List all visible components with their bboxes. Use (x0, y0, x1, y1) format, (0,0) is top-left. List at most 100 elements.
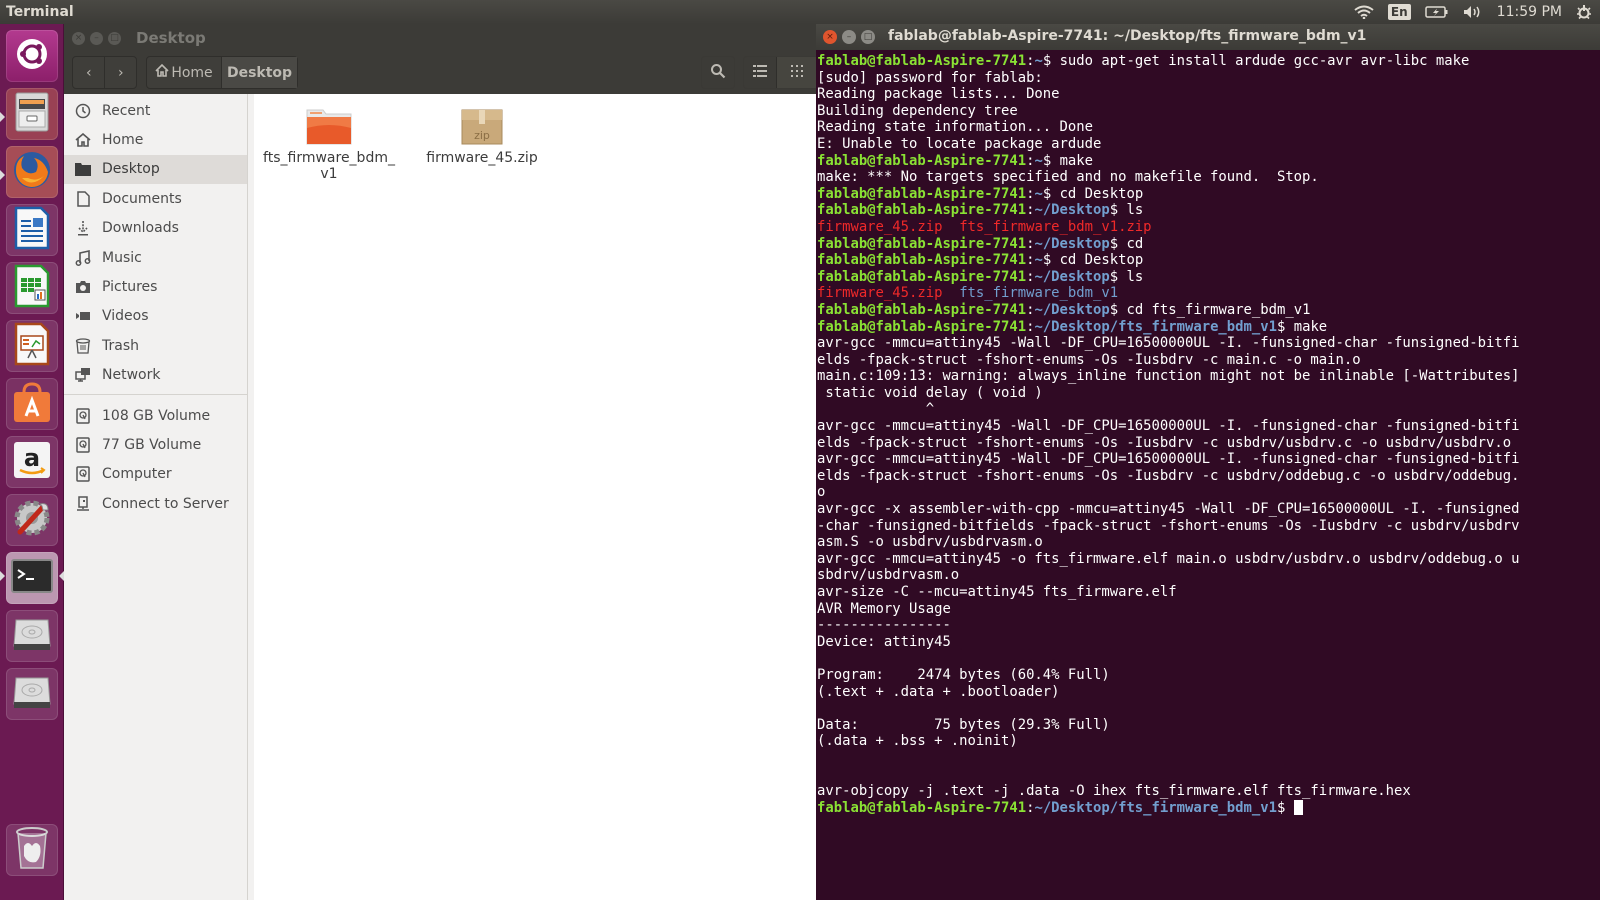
terminal-titlebar: × – □ fablab@fablab-Aspire-7741: ~/Deskt… (816, 24, 1600, 50)
close-button[interactable]: × (72, 32, 85, 45)
forward-button[interactable]: › (104, 57, 136, 88)
sidebar-item-label: Home (102, 132, 144, 149)
terminal-output-line: avr-size -C --mcu=attiny45 fts_firmware.… (817, 584, 1177, 600)
clock[interactable]: 11:59 PM (1497, 4, 1562, 20)
sidebar-item-108gb-volume[interactable]: 108 GB Volume (64, 401, 247, 430)
terminal-window-title: fablab@fablab-Aspire-7741: ~/Desktop/fts… (888, 28, 1367, 44)
sidebar-item-computer[interactable]: Computer (64, 460, 247, 489)
breadcrumb-home-label: Home (171, 64, 213, 81)
grid-view-button[interactable] (775, 57, 817, 88)
close-button[interactable]: × (823, 30, 837, 44)
battery-icon[interactable] (1424, 5, 1449, 19)
launcher-libreoffice-impress[interactable] (6, 320, 58, 372)
prompt-user: fablab@fablab-Aspire-7741 (817, 152, 1027, 169)
writer-icon (13, 206, 51, 254)
prompt-dollar: $ (1109, 235, 1119, 252)
power-gear-icon[interactable] (1576, 4, 1592, 20)
sidebar-item-home[interactable]: Home (64, 125, 247, 154)
sidebar-item-music[interactable]: Music (64, 243, 247, 272)
sidebar-item-label: Computer (102, 466, 172, 483)
launcher-firefox[interactable] (6, 146, 58, 198)
launcher-trash[interactable] (6, 824, 58, 876)
command-text: sudo apt-get install ardude gcc-avr avr-… (1051, 53, 1470, 69)
maximize-button[interactable]: □ (108, 32, 121, 45)
terminal-output-line: Reading package lists... Done (817, 86, 1060, 103)
list-view-button[interactable] (744, 57, 776, 88)
terminal-prompt-line: fablab@fablab-Aspire-7741:~$ sudo apt-ge… (817, 53, 1600, 70)
running-indicator (0, 112, 5, 122)
prompt-dollar: $ (1109, 301, 1119, 318)
terminal-output-line: make: *** No targets specified and no ma… (817, 169, 1319, 186)
prompt-path: ~/Desktop (1034, 301, 1110, 318)
terminal-prompt-line: fablab@fablab-Aspire-7741:~/Desktop$ cd … (817, 302, 1600, 319)
launcher-libreoffice-calc[interactable] (6, 262, 58, 314)
prompt-path: ~/Desktop (1034, 235, 1110, 252)
minimize-button[interactable]: – (842, 30, 856, 44)
sidebar-item-connect-to-server[interactable]: Connect to Server (64, 489, 247, 518)
prompt-dollar: $ (1109, 268, 1119, 285)
launcher-drive-1[interactable] (6, 610, 58, 662)
files-window-title: Desktop (136, 29, 206, 47)
breadcrumb-home[interactable]: Home (147, 57, 221, 88)
file-cabinet-icon (12, 91, 52, 137)
svg-text:zip: zip (474, 129, 490, 142)
launcher-libreoffice-writer[interactable] (6, 204, 58, 256)
launcher-ubuntu-software[interactable] (6, 378, 58, 430)
prompt-path: ~/Desktop (1034, 268, 1110, 285)
file-item-zip[interactable]: zip firmware_45.zip (407, 106, 557, 166)
terminal-output-line: elds -fpack-struct -fshort-enums -Os -Iu… (817, 467, 1520, 484)
search-icon (710, 63, 726, 83)
prompt-dollar: $ (1109, 202, 1119, 219)
sidebar-item-recent[interactable]: Recent (64, 96, 247, 125)
sidebar-item-network[interactable]: Network (64, 361, 247, 390)
wifi-icon[interactable] (1354, 5, 1374, 19)
sidebar-item-label: Recent (102, 102, 151, 119)
terminal-prompt-line: fablab@fablab-Aspire-7741:~$ cd Desktop (817, 186, 1600, 203)
launcher-ubuntu-dash[interactable] (6, 30, 58, 82)
terminal-prompt-line: fablab@fablab-Aspire-7741:~$ cd Desktop (817, 252, 1600, 269)
maximize-button[interactable]: □ (861, 30, 875, 44)
terminal-output-line: Program: 2474 bytes (60.4% Full) (817, 666, 1110, 683)
terminal-prompt-line: fablab@fablab-Aspire-7741:~/Desktop$ ls (817, 202, 1600, 219)
launcher-system-settings[interactable] (6, 494, 58, 546)
terminal-output-line: avr-gcc -mmcu=attiny45 -o fts_firmware.e… (817, 550, 1520, 567)
sidebar-item-downloads[interactable]: Downloads (64, 214, 247, 243)
running-indicator (0, 170, 5, 180)
sidebar-item-videos[interactable]: Videos (64, 302, 247, 331)
prompt-user: fablab@fablab-Aspire-7741 (817, 185, 1027, 202)
camera-icon (74, 278, 92, 296)
terminal-output-line: avr-gcc -mmcu=attiny45 -Wall -DF_CPU=165… (817, 418, 1520, 435)
files-window: × – □ Desktop ‹ › Home Desktop Recent Ho… (64, 24, 818, 900)
sidebar-item-desktop[interactable]: Desktop (64, 154, 247, 185)
breadcrumb-desktop[interactable]: Desktop (221, 57, 297, 88)
search-button[interactable] (701, 56, 735, 89)
back-button[interactable]: ‹ (73, 57, 104, 88)
prompt-dollar: $ (1042, 152, 1052, 169)
terminal-output-line: Data: 75 bytes (29.3% Full) (817, 716, 1110, 733)
trash-icon (74, 337, 92, 355)
launcher-drive-2[interactable] (6, 668, 58, 720)
launcher-amazon[interactable]: a (6, 436, 58, 488)
grid-view-icon (790, 64, 803, 81)
launcher-terminal[interactable] (6, 552, 58, 604)
sidebar-item-trash[interactable]: Trash (64, 331, 247, 360)
ls-output-line: firmware_45.zip fts_firmware_bdm_v1 (817, 285, 1600, 302)
impress-icon (13, 322, 51, 370)
top-panel: Terminal En 11:59 PM (0, 0, 1600, 24)
launcher-files[interactable] (6, 88, 58, 140)
terminal-output[interactable]: fablab@fablab-Aspire-7741:~$ sudo apt-ge… (816, 50, 1600, 816)
command-text: ls (1118, 268, 1144, 285)
sidebar-item-pictures[interactable]: Pictures (64, 272, 247, 301)
minimize-button[interactable]: – (90, 32, 103, 45)
keyboard-layout-indicator[interactable]: En (1387, 4, 1411, 20)
terminal-cursor (1293, 799, 1303, 815)
sidebar-item-documents[interactable]: Documents (64, 184, 247, 213)
sidebar-item-77gb-volume[interactable]: 77 GB Volume (64, 430, 247, 459)
file-item-folder[interactable]: fts_firmware_bdm_ v1 (254, 106, 404, 182)
terminal-output-line: Device: attiny45 (817, 633, 951, 650)
drive-icon (74, 436, 92, 454)
volume-icon[interactable] (1463, 5, 1483, 19)
prompt-path: ~ (1034, 185, 1043, 202)
sidebar-item-label: Videos (102, 308, 149, 325)
